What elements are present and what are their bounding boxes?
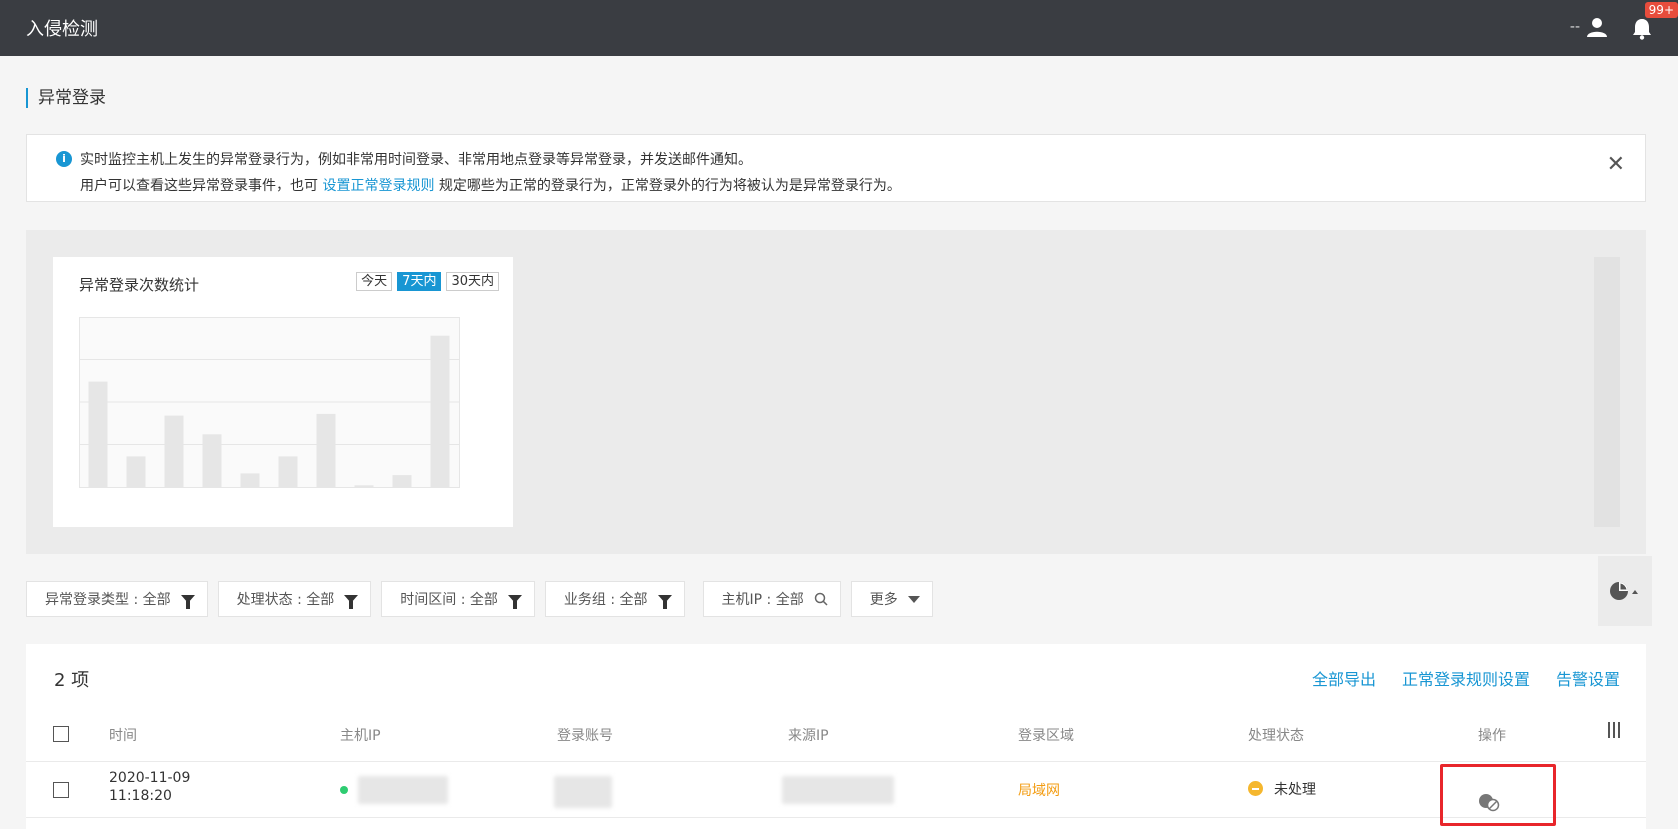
column-account: 登录账号 xyxy=(557,728,613,744)
filter-bar: 异常登录类型 : 全部 处理状态 : 全部 时间区间 : 全部 业务组 : 全部… xyxy=(26,581,933,617)
column-source-ip: 来源IP xyxy=(788,728,829,744)
info-line-1: 实时监控主机上发生的异常登录行为，例如非常用时间登录、非常用地点登录等异常登录，… xyxy=(80,152,752,168)
unprocessed-status-icon xyxy=(1248,781,1263,796)
chart-bar xyxy=(240,473,260,487)
range-today[interactable]: 今天 xyxy=(356,272,393,291)
chart-bar xyxy=(316,413,336,487)
filter-login-type[interactable]: 异常登录类型 : 全部 xyxy=(26,581,208,617)
filter-more-label: 更多 xyxy=(869,592,898,608)
range-30-days[interactable]: 30天内 xyxy=(446,272,499,291)
info-banner: i 实时监控主机上发生的异常登录行为，例如非常用时间登录、非常用地点登录等异常登… xyxy=(26,134,1646,202)
search-icon xyxy=(814,592,828,606)
column-operation: 操作 xyxy=(1478,728,1506,744)
time-range-selector: 今天 7天内 30天内 xyxy=(356,272,499,291)
info-line-2-before: 用户可以查看这些异常登录事件，也可 xyxy=(80,178,318,194)
filter-login-type-label: 异常登录类型 : 全部 xyxy=(45,592,171,608)
app-title: 入侵检测 xyxy=(26,19,98,40)
column-status: 处理状态 xyxy=(1248,728,1304,744)
column-settings-icon[interactable] xyxy=(1608,722,1620,738)
ignore-icon[interactable] xyxy=(1478,792,1500,812)
rule-settings-link[interactable]: 正常登录规则设置 xyxy=(1402,666,1530,690)
funnel-icon xyxy=(180,595,195,609)
chart-bar xyxy=(278,456,298,487)
user-name: -- xyxy=(1569,19,1580,35)
table-header: 时间 主机IP 登录账号 来源IP 登录区域 处理状态 操作 xyxy=(26,706,1646,762)
filter-business-group-label: 业务组 : 全部 xyxy=(563,592,648,608)
row-checkbox[interactable] xyxy=(53,782,69,798)
filter-time-range-label: 时间区间 : 全部 xyxy=(400,592,498,608)
bell-icon xyxy=(1633,19,1651,40)
table-row: 2020-11-09 11:18:20 局域网 未处理 xyxy=(26,762,1646,818)
funnel-icon xyxy=(507,595,522,609)
alert-settings-link[interactable]: 告警设置 xyxy=(1556,666,1620,690)
table-actions: 全部导出 正常登录规则设置 告警设置 xyxy=(1312,666,1620,690)
column-time: 时间 xyxy=(109,728,137,744)
info-line-2: 用户可以查看这些异常登录事件，也可 设置正常登录规则 规定哪些为正常的登录行为，… xyxy=(80,175,901,195)
account-redacted xyxy=(554,776,612,808)
source-ip-redacted xyxy=(782,776,894,804)
chart-bar xyxy=(88,381,108,487)
filter-host-ip[interactable]: 主机IP : 全部 xyxy=(702,581,841,617)
login-count-chart-card: 异常登录次数统计 今天 7天内 30天内 xyxy=(53,257,513,527)
row-region: 局域网 xyxy=(1018,783,1060,799)
top-bar: 入侵检测 -- 99+ xyxy=(0,0,1678,56)
user-menu[interactable]: -- xyxy=(1570,16,1608,38)
info-line-2-after: 规定哪些为正常的登录行为，正常登录外的行为将被认为是异常登录行为。 xyxy=(438,178,901,194)
range-7-days[interactable]: 7天内 xyxy=(397,272,442,291)
row-status: 未处理 xyxy=(1274,782,1316,798)
chart-title: 异常登录次数统计 xyxy=(79,276,200,294)
login-events-table-card: 2 项 全部导出 正常登录规则设置 告警设置 时间 主机IP 登录账号 来源IP… xyxy=(26,644,1646,829)
filter-host-ip-label: 主机IP : 全部 xyxy=(721,592,804,608)
chart-bar xyxy=(354,485,374,487)
funnel-icon xyxy=(657,595,672,609)
row-date: 2020-11-09 xyxy=(109,770,191,786)
caret-down-icon xyxy=(907,595,920,603)
filter-status-label: 处理状态 : 全部 xyxy=(236,592,335,608)
chart-bar xyxy=(126,456,146,487)
chart-bar xyxy=(392,475,412,487)
pie-chart-icon xyxy=(1610,582,1638,600)
filter-time-range[interactable]: 时间区间 : 全部 xyxy=(381,581,535,617)
notification-badge: 99+ xyxy=(1644,2,1678,18)
stats-panel: 异常登录次数统计 今天 7天内 30天内 xyxy=(26,230,1646,554)
chart-bar xyxy=(202,434,222,487)
filter-more[interactable]: 更多 xyxy=(850,581,933,617)
filter-business-group[interactable]: 业务组 : 全部 xyxy=(544,581,685,617)
export-all-link[interactable]: 全部导出 xyxy=(1312,666,1376,690)
host-online-dot xyxy=(340,786,348,794)
host-ip-redacted xyxy=(358,776,448,804)
close-icon[interactable]: ✕ xyxy=(1607,154,1625,176)
column-host-ip: 主机IP xyxy=(340,728,381,744)
chart-bar xyxy=(430,335,450,487)
page-title: 异常登录 xyxy=(26,88,106,108)
chart-bar xyxy=(164,415,184,487)
user-icon xyxy=(1587,18,1607,37)
bar-chart xyxy=(79,317,460,488)
info-icon: i xyxy=(56,151,72,167)
column-region: 登录区域 xyxy=(1018,728,1074,744)
toggle-chart-button[interactable] xyxy=(1598,556,1652,626)
side-panel-strip xyxy=(1594,257,1620,527)
funnel-icon xyxy=(344,595,359,609)
set-normal-login-rule-link[interactable]: 设置正常登录规则 xyxy=(322,178,434,194)
filter-status[interactable]: 处理状态 : 全部 xyxy=(217,581,372,617)
row-time: 11:18:20 xyxy=(109,788,172,804)
item-count: 2 项 xyxy=(54,670,90,691)
select-all-checkbox[interactable] xyxy=(53,726,69,742)
